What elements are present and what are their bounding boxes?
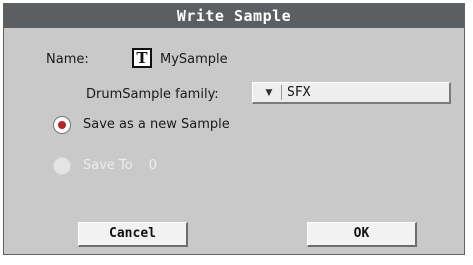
radio-save-to-label: Save To 0 [83,158,157,173]
drumsample-family-value: SFX [287,85,311,100]
write-sample-dialog: Write Sample Name: T MySample DrumSample… [3,3,465,255]
text-edit-icon[interactable]: T [132,48,152,68]
save-to-text: Save To [83,158,133,173]
radio-selected-icon[interactable] [53,116,71,134]
drumsample-family-dropdown[interactable]: ▼ SFX [252,82,451,104]
chevron-down-icon[interactable]: ▼ [259,86,279,100]
name-label: Name: [46,52,89,67]
radio-save-as-new-label: Save as a new Sample [83,117,230,132]
dropdown-divider [281,85,282,100]
ok-button[interactable]: OK [307,222,417,247]
drumsample-family-label: DrumSample family: [86,87,219,102]
name-value: MySample [160,52,228,67]
radio-unselected-icon [53,157,71,175]
cancel-button[interactable]: Cancel [78,222,188,247]
dialog-title: Write Sample [4,4,464,28]
save-to-value: 0 [148,158,158,173]
